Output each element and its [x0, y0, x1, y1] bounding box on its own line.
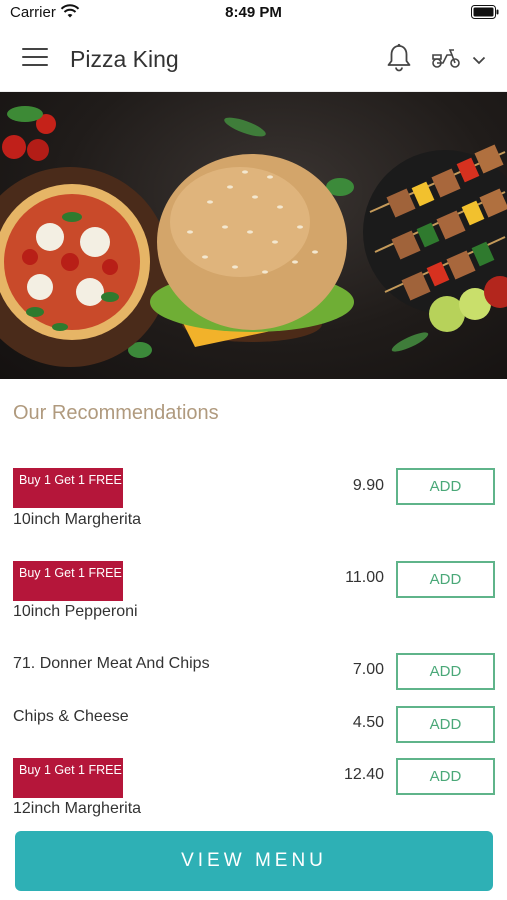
chevron-down-icon[interactable] [472, 52, 486, 70]
battery-icon [471, 5, 499, 24]
item-price: 7.00 [352, 661, 384, 678]
section-title: Our Recommendations [13, 402, 219, 424]
hamburger-menu-icon[interactable] [22, 48, 48, 68]
item-price: 9.90 [352, 477, 384, 494]
add-button[interactable]: ADD [396, 758, 495, 795]
status-bar: Carrier 8:49 PM [0, 0, 507, 26]
view-menu-button[interactable]: VIEW MENU [15, 831, 493, 891]
app-header: Pizza King [0, 26, 507, 92]
add-button[interactable]: ADD [396, 561, 495, 598]
item-name: 12inch Margherita [13, 800, 142, 817]
add-button[interactable]: ADD [396, 468, 495, 505]
hero-food-image [0, 92, 507, 379]
item-price: 12.40 [343, 766, 384, 783]
item-name: 10inch Pepperoni [13, 603, 138, 620]
add-button[interactable]: ADD [396, 706, 495, 743]
clock: 8:49 PM [225, 4, 282, 21]
item-name: 10inch Margherita [13, 511, 142, 528]
promo-badge: Buy 1 Get 1 FREE [13, 758, 123, 798]
promo-badge: Buy 1 Get 1 FREE [13, 561, 123, 601]
item-name: 71. Donner Meat And Chips [13, 655, 210, 672]
scooter-icon[interactable] [430, 46, 462, 75]
item-price: 4.50 [352, 714, 384, 731]
page-title: Pizza King [70, 46, 179, 72]
item-price: 11.00 [345, 569, 384, 586]
add-button[interactable]: ADD [396, 653, 495, 690]
promo-badge: Buy 1 Get 1 FREE [13, 468, 123, 508]
item-name: Chips & Cheese [13, 708, 129, 725]
bell-icon[interactable] [385, 43, 413, 78]
